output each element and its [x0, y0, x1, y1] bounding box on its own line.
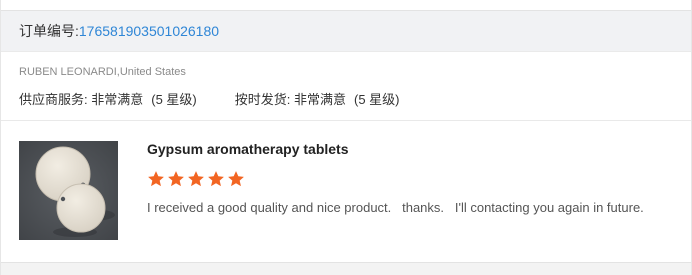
- star-icon: [168, 171, 184, 187]
- product-image: [19, 141, 118, 240]
- order-header: 订单编号: 176581903501026180: [1, 10, 691, 52]
- rating-supplier-service-level: (5 星级): [151, 92, 197, 107]
- seller-ratings: 供应商服务: 非常满意 (5 星级) 按时发货: 非常满意 (5 星级): [19, 89, 400, 108]
- product-title[interactable]: Gypsum aromatherapy tablets: [147, 141, 349, 157]
- rating-on-time-delivery: 按时发货: 非常满意 (5 星级): [235, 89, 400, 108]
- section-divider: [1, 120, 691, 121]
- review-text: I received a good quality and nice produ…: [147, 200, 644, 215]
- product-thumbnail[interactable]: [19, 141, 118, 240]
- next-item-edge: [1, 262, 691, 275]
- star-icon: [188, 171, 204, 187]
- rating-supplier-service-label: 供应商服务: 非常满意: [19, 92, 144, 107]
- star-icon: [148, 171, 164, 187]
- rating-on-time-delivery-label: 按时发货: 非常满意: [234, 92, 346, 107]
- rating-on-time-delivery-level: (5 星级): [353, 92, 400, 107]
- star-rating: [147, 170, 245, 188]
- rating-supplier-service: 供应商服务: 非常满意 (5 星级): [19, 89, 197, 108]
- star-icon: [228, 171, 244, 187]
- order-number-label: 订单编号:: [19, 23, 79, 39]
- order-number-link[interactable]: 176581903501026180: [79, 23, 219, 39]
- buyer-name: RUBEN LEONARDI: [19, 66, 117, 78]
- buyer-country: United States: [119, 66, 186, 78]
- buyer-info: RUBEN LEONARDI,United States: [19, 66, 186, 78]
- star-icon: [208, 171, 224, 187]
- feedback-card: 订单编号: 176581903501026180 RUBEN LEONARDI,…: [0, 0, 692, 275]
